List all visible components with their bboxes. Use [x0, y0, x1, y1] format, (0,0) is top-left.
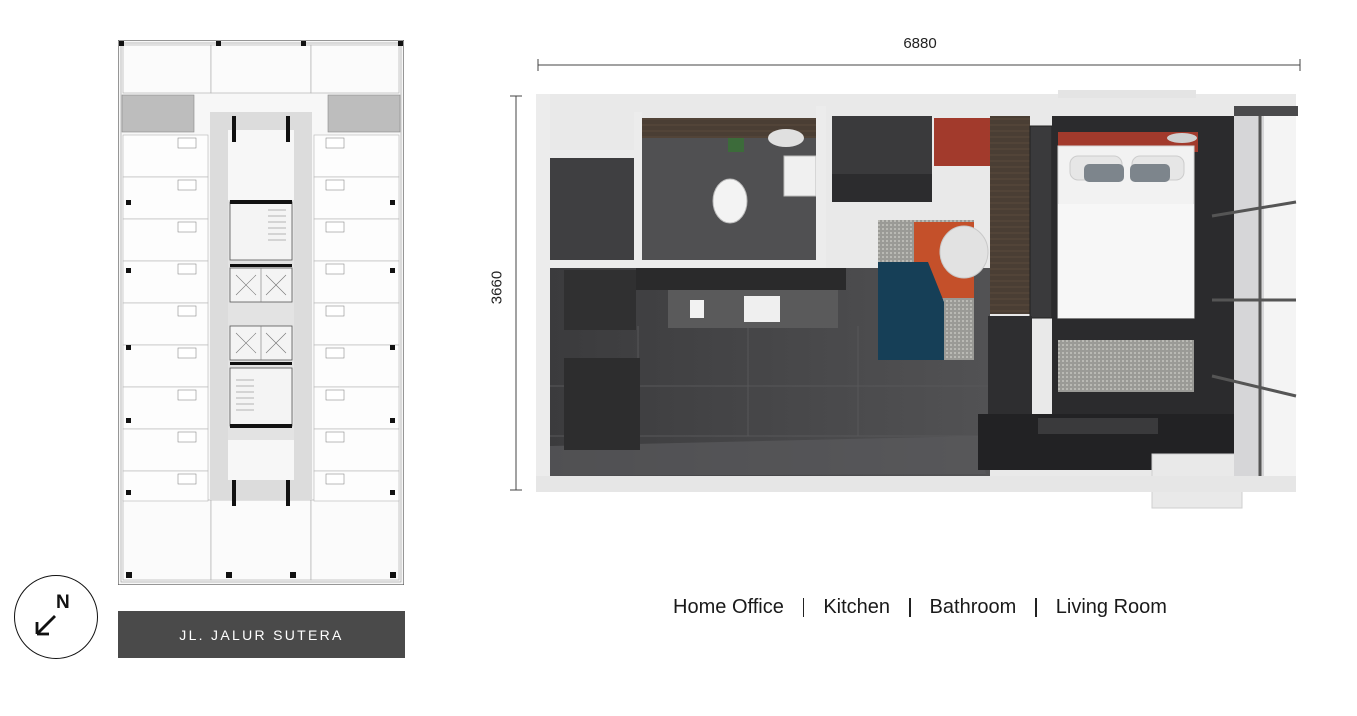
compass: N — [14, 575, 98, 659]
room-label-kitchen: Kitchen — [823, 596, 891, 618]
north-arrow-icon — [35, 615, 56, 636]
width-dimension-label: 6880 — [903, 35, 937, 52]
room-legend: Home Office Kitchen Bathroom Living Room — [560, 596, 1280, 619]
tower-floor-plan — [118, 40, 404, 585]
street-name-banner: JL. JALUR SUTERA — [118, 611, 405, 658]
room-label-bathroom: Bathroom — [929, 596, 1017, 618]
height-dimension-label: 3660 — [488, 270, 506, 305]
room-label-home-office: Home Office — [673, 596, 784, 618]
legend-separator — [1035, 598, 1037, 617]
legend-separator — [909, 598, 911, 617]
compass-north-label: N — [56, 592, 70, 613]
room-label-living-room: Living Room — [1055, 596, 1167, 618]
unit-layout-render — [536, 90, 1298, 509]
legend-separator — [802, 598, 805, 617]
